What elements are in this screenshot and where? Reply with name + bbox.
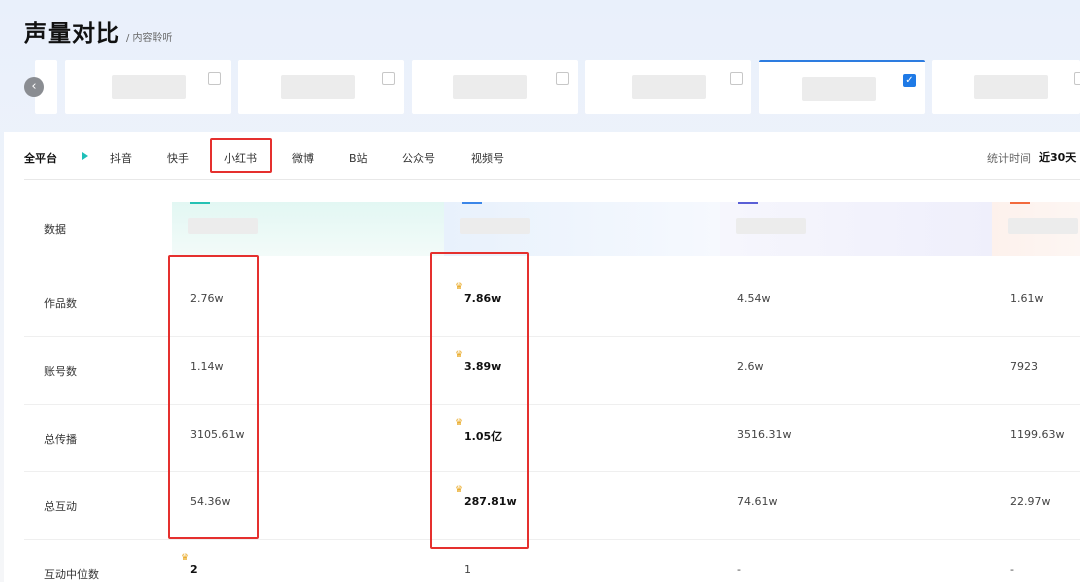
breadcrumb: / 内容聆听 (126, 33, 173, 44)
stat-period-label: 统计时间 (987, 152, 1031, 165)
column-header-brand-1 (172, 202, 444, 256)
brand-card-selected[interactable]: ✓ (759, 60, 925, 114)
series-color-bar (738, 202, 758, 204)
table-cell: - (1010, 563, 1014, 576)
brand-checkbox[interactable] (556, 72, 569, 85)
tab-bilibili[interactable]: B站 (349, 150, 368, 166)
table-cell: 1.61w (1010, 292, 1044, 305)
tab-highlight-box (210, 138, 272, 173)
table-cell: 74.61w (737, 495, 778, 508)
tab-video-account[interactable]: 视频号 (471, 150, 504, 166)
row-label-total-interaction: 总互动 (44, 500, 77, 513)
page-title: 声量对比 (24, 21, 120, 47)
tab-all-platforms[interactable]: 全平台 (24, 150, 57, 166)
table-header-label: 数据 (44, 223, 66, 236)
brand-name-placeholder (281, 75, 355, 99)
column-header-brand-2 (444, 202, 720, 256)
table-cell: - (737, 563, 741, 576)
series-color-bar (1010, 202, 1030, 204)
table-cell: 1199.63w (1010, 428, 1065, 441)
series-color-bar (190, 202, 210, 204)
brand-checkbox[interactable] (730, 72, 743, 85)
table-cell-winner: 2 (190, 563, 198, 576)
brand-name-placeholder (460, 218, 530, 234)
comparison-panel (4, 132, 1080, 582)
brand-card[interactable] (238, 60, 404, 114)
stat-period-select[interactable]: 近30天 (1039, 149, 1076, 165)
brand-checkbox[interactable] (1074, 72, 1080, 85)
brand-name-placeholder (188, 218, 258, 234)
crown-icon: ♛ (181, 553, 190, 563)
table-cell: 1 (464, 563, 471, 576)
tab-kuaishou[interactable]: 快手 (167, 150, 189, 166)
table-cell: 4.54w (737, 292, 771, 305)
series-color-bar (462, 202, 482, 204)
row-label-median-interaction: 互动中位数 (44, 568, 99, 581)
table-cell: 22.97w (1010, 495, 1051, 508)
check-icon[interactable]: ✓ (903, 74, 916, 87)
brand-name-placeholder (632, 75, 706, 99)
brand-name-placeholder (802, 77, 876, 101)
tabs-divider (24, 179, 1080, 180)
column-header-brand-3 (720, 202, 992, 256)
triangle-right-icon (82, 152, 88, 160)
row-label-total-spread: 总传播 (44, 433, 77, 446)
table-cell: 7923 (1010, 360, 1038, 373)
brand-checkbox[interactable] (208, 72, 221, 85)
brand-name-placeholder (974, 75, 1048, 99)
row-label-works: 作品数 (44, 297, 77, 310)
row-divider (24, 539, 1080, 540)
tab-douyin[interactable]: 抖音 (110, 150, 132, 166)
brand-name-placeholder (453, 75, 527, 99)
brand-checkbox[interactable] (382, 72, 395, 85)
brand-name-placeholder (1008, 218, 1078, 234)
brand-card[interactable] (412, 60, 578, 114)
brand-name-placeholder (112, 75, 186, 99)
annotation-box-column-1 (168, 255, 259, 539)
page-header: 声量对比 / 内容聆听 (24, 14, 173, 48)
column-header-brand-4 (992, 202, 1080, 256)
brand-card[interactable] (65, 60, 231, 114)
brand-card-strip: ✓ (0, 60, 1080, 114)
brand-card[interactable] (932, 60, 1080, 114)
brand-card[interactable] (585, 60, 751, 114)
tab-wechat-official[interactable]: 公众号 (402, 150, 435, 166)
brand-name-placeholder (736, 218, 806, 234)
table-cell: 2.6w (737, 360, 764, 373)
tab-weibo[interactable]: 微博 (292, 150, 314, 166)
chevron-left-icon[interactable]: ‹ (24, 77, 44, 97)
table-cell: 3516.31w (737, 428, 792, 441)
annotation-box-column-2 (430, 252, 529, 549)
row-label-accounts: 账号数 (44, 365, 77, 378)
